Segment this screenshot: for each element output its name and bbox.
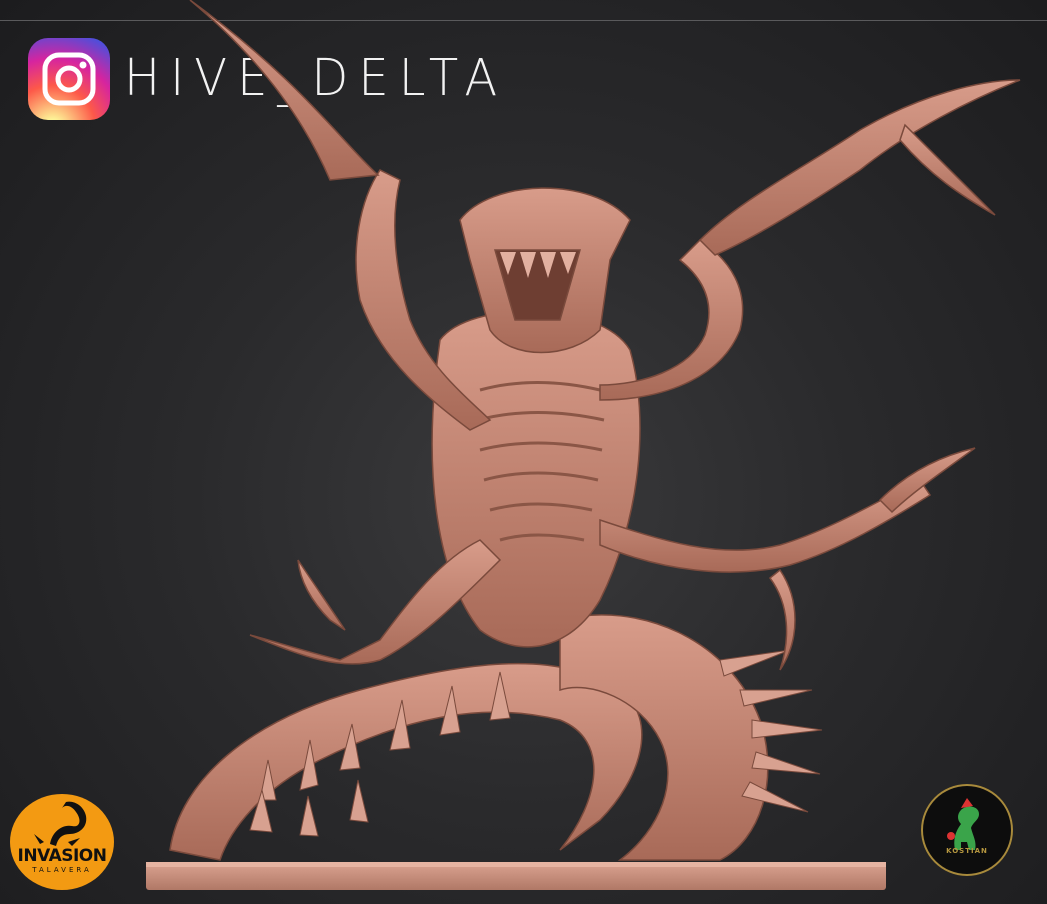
invasion-wordmark: INVASION	[17, 846, 107, 866]
creature-sculpt	[146, 0, 1021, 890]
scorpion-icon	[34, 801, 87, 846]
display-base	[146, 862, 886, 890]
kostian-logo: KOSTIAN	[921, 784, 1013, 876]
right-upper-arm	[599, 79, 1021, 401]
invasion-logo: INVASION TALAVERA	[10, 794, 114, 890]
invasion-subtext: TALAVERA	[32, 866, 92, 874]
kostian-wordmark: KOSTIAN	[946, 847, 988, 855]
dinosaur-icon	[947, 798, 979, 850]
